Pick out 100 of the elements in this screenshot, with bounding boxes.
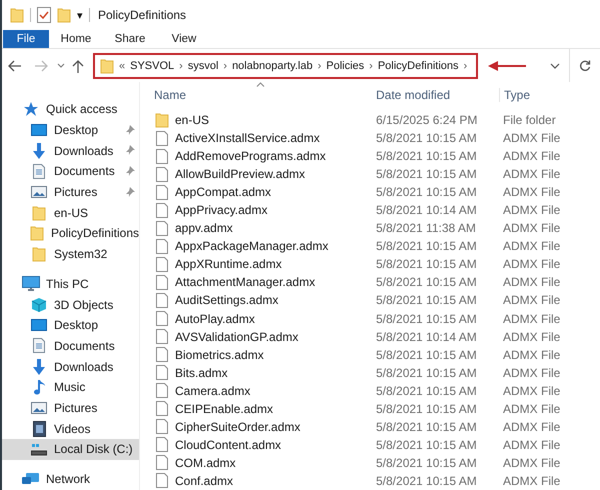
screen-icon xyxy=(31,124,47,137)
file-name[interactable]: Biometrics.admx xyxy=(150,347,372,362)
file-name[interactable]: ActiveXInstallService.admx xyxy=(150,130,372,146)
folder-icon xyxy=(10,7,24,23)
file-icon xyxy=(156,329,168,344)
file-name[interactable]: Conf.admx xyxy=(150,473,372,488)
file-name[interactable]: AllowBuildPreview.admx xyxy=(150,166,372,182)
breadcrumb[interactable]: PolicyDefinitions xyxy=(378,60,459,72)
breadcrumb[interactable]: SYSVOL xyxy=(130,60,174,72)
navigation-item[interactable]: Pictures xyxy=(2,398,139,418)
file-name[interactable]: AppxPackageManager.admx xyxy=(150,238,372,254)
file-menu-tab[interactable]: File xyxy=(3,30,49,48)
up-arrow-icon[interactable] xyxy=(72,58,84,72)
breadcrumb-separator[interactable]: › xyxy=(318,60,322,72)
pin-icon[interactable] xyxy=(126,145,135,156)
breadcrumb[interactable]: Policies xyxy=(326,60,364,72)
navigation-item[interactable]: Network xyxy=(2,468,139,490)
file-icon xyxy=(156,130,168,146)
cube-icon xyxy=(31,296,47,313)
file-icon xyxy=(156,365,168,380)
navigation-item[interactable]: Videos xyxy=(2,418,139,439)
overflow-chevron[interactable]: « xyxy=(119,60,126,72)
pin-icon[interactable] xyxy=(126,124,135,135)
breadcrumb-separator[interactable]: › xyxy=(369,60,373,72)
ribbon-tab[interactable]: Share xyxy=(103,30,157,48)
file-name[interactable]: appv.admx xyxy=(150,220,372,236)
window-title: PolicyDefinitions xyxy=(97,8,186,22)
file-name[interactable]: AppCompat.admx xyxy=(150,184,372,200)
navigation-item[interactable]: This PC xyxy=(2,274,139,294)
breadcrumb-separator[interactable]: › xyxy=(464,60,468,72)
file-name[interactable]: CloudContent.admx xyxy=(150,437,372,452)
file-type: File folder xyxy=(502,113,557,128)
file-icon xyxy=(156,437,168,452)
pin-icon[interactable] xyxy=(126,166,135,176)
column-header[interactable]: Name xyxy=(150,88,372,102)
document-icon xyxy=(33,164,45,179)
file-type: ADMX File xyxy=(502,293,562,308)
date-modified: 5/8/2021 10:15 AM xyxy=(375,167,478,182)
file-name[interactable]: AttachmentManager.admx xyxy=(150,274,372,290)
navigation-item[interactable]: Pictures xyxy=(2,182,139,202)
navigation-item[interactable]: Documents xyxy=(2,336,139,356)
customize-toolbar-button[interactable]: ▾ xyxy=(77,8,83,22)
navigation-item[interactable]: en-US xyxy=(2,202,139,224)
picture-icon xyxy=(31,186,47,198)
file-icon xyxy=(156,347,168,362)
date-modified: 5/8/2021 10:15 AM xyxy=(375,438,478,452)
navigation-item[interactable]: System32 xyxy=(2,244,139,264)
file-name[interactable]: Bits.admx xyxy=(150,365,372,380)
navigation-item[interactable]: Documents xyxy=(2,161,139,182)
navigation-item[interactable]: Downloads xyxy=(2,356,139,377)
file-name[interactable]: AutoPlay.admx xyxy=(150,311,372,326)
navigation-item[interactable]: PolicyDefinitions xyxy=(2,223,139,244)
address-bar[interactable]: « SYSVOL › sysvol › nolabnoparty.lab › Policies › PolicyDefinitions › xyxy=(93,52,478,78)
breadcrumb-separator[interactable]: › xyxy=(179,60,183,72)
navigation-item[interactable]: Downloads xyxy=(2,140,139,162)
file-name[interactable]: CipherSuiteOrder.admx xyxy=(150,419,372,434)
file-name[interactable]: en-US xyxy=(150,112,372,128)
file-icon xyxy=(156,311,168,326)
ribbon-tab[interactable]: View xyxy=(157,30,211,48)
column-header[interactable]: Date modified xyxy=(372,88,499,102)
refresh-icon[interactable] xyxy=(579,60,591,72)
document-icon xyxy=(33,338,45,354)
back-arrow-icon[interactable] xyxy=(8,60,22,72)
breadcrumb[interactable]: sysvol xyxy=(188,60,218,72)
picture-icon xyxy=(31,402,47,414)
properties-icon[interactable] xyxy=(37,7,51,23)
navigation-item[interactable]: Local Disk (C:) xyxy=(2,439,139,460)
file-icon xyxy=(156,238,168,254)
file-name[interactable]: Camera.admx xyxy=(150,383,372,398)
file-name[interactable]: COM.admx xyxy=(150,455,372,470)
date-modified: 5/8/2021 10:15 AM xyxy=(375,149,478,164)
file-icon xyxy=(156,419,168,434)
date-modified: 5/8/2021 10:15 AM xyxy=(375,275,478,290)
ribbon-tab[interactable]: Home xyxy=(49,30,103,48)
file-icon xyxy=(156,166,168,182)
file-type: ADMX File xyxy=(502,330,562,344)
file-name[interactable]: AVSValidationGP.admx xyxy=(150,329,372,344)
navigation-item[interactable]: Quick access xyxy=(2,99,139,120)
navigation-item[interactable]: Desktop xyxy=(2,120,139,140)
navigation-item[interactable]: Desktop xyxy=(2,314,139,336)
file-icon xyxy=(156,383,168,398)
file-name[interactable]: AddRemovePrograms.admx xyxy=(150,148,372,164)
file-name[interactable]: AuditSettings.admx xyxy=(150,292,372,308)
pin-icon[interactable] xyxy=(126,186,135,197)
navigation-item[interactable]: 3D Objects xyxy=(2,294,139,315)
file-name[interactable]: CEIPEnable.admx xyxy=(150,401,372,416)
breadcrumb[interactable]: nolabnoparty.lab xyxy=(232,60,313,72)
column-header[interactable]: Type xyxy=(499,88,600,102)
chevron-down-icon[interactable] xyxy=(550,62,560,68)
file-name[interactable]: AppPrivacy.admx xyxy=(150,202,372,218)
navigation-item[interactable]: Music xyxy=(2,376,139,398)
file-icon xyxy=(156,292,168,308)
file-type: ADMX File xyxy=(502,474,562,488)
date-modified: 5/8/2021 10:15 AM xyxy=(375,312,478,326)
screen-icon xyxy=(31,318,47,332)
file-name[interactable]: AppXRuntime.admx xyxy=(150,256,372,272)
down-arrow-icon xyxy=(32,142,46,159)
chevron-down-icon[interactable] xyxy=(57,63,65,68)
file-icon xyxy=(156,148,168,164)
breadcrumb-separator[interactable]: › xyxy=(223,60,228,72)
